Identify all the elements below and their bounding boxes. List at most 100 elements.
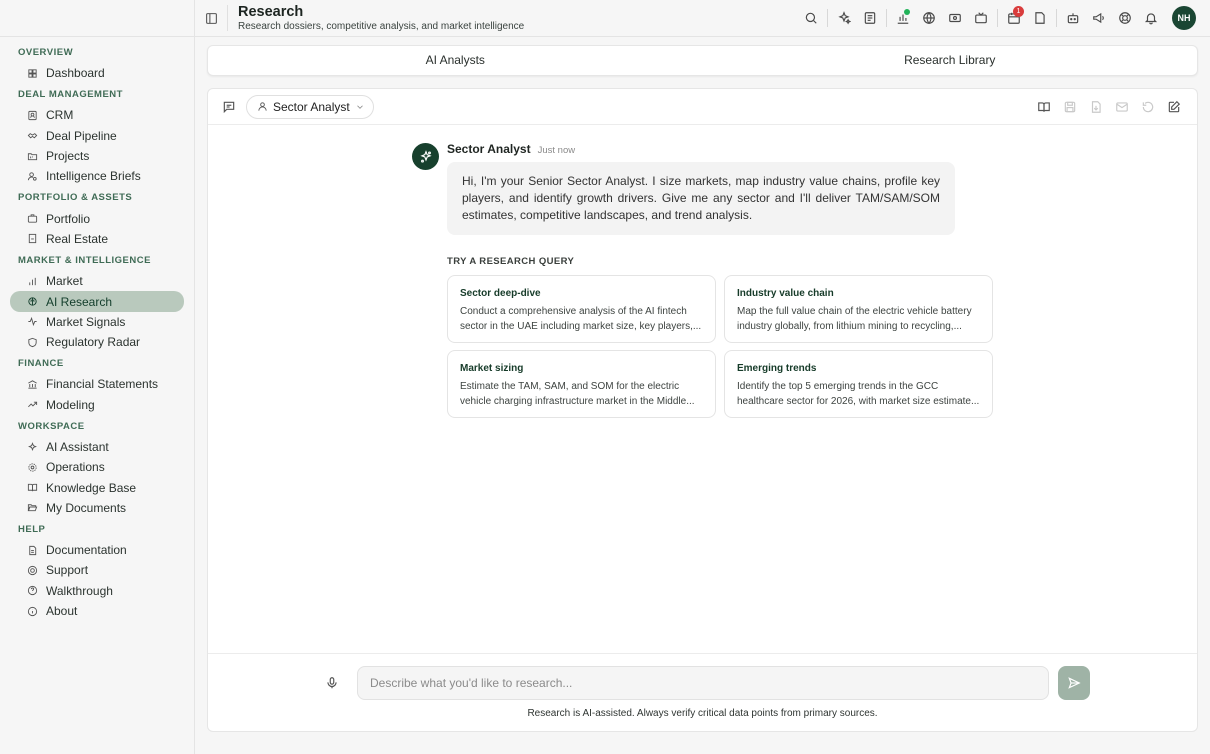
- sidebar-item-documentation[interactable]: Documentation: [10, 540, 184, 560]
- sticky-note-icon[interactable]: [1027, 5, 1053, 31]
- book-icon[interactable]: [1031, 94, 1057, 120]
- sidebar-item-crm[interactable]: CRM: [10, 105, 184, 125]
- sidebar-item-label: Portfolio: [46, 211, 91, 226]
- sidebar-item-market-signals[interactable]: Market Signals: [10, 312, 184, 332]
- user-search-icon: [26, 170, 38, 182]
- suggestions-label: TRY A RESEARCH QUERY: [447, 256, 575, 267]
- bank-icon: [26, 378, 38, 390]
- sidebar-item-label: CRM: [46, 108, 74, 123]
- tv-icon[interactable]: [968, 5, 994, 31]
- sidebar-item-label: Knowledge Base: [46, 480, 137, 495]
- sidebar-item-label: Regulatory Radar: [46, 335, 141, 350]
- lifebuoy-icon: [26, 564, 38, 576]
- sidebar-item-my-documents[interactable]: My Documents: [10, 498, 184, 518]
- sidebar-item-financial-statements[interactable]: Financial Statements: [10, 374, 184, 394]
- sidebar-item-label: Deal Pipeline: [46, 128, 117, 143]
- sidebar-section-heading: DEAL MANAGEMENT: [18, 89, 123, 101]
- briefcase-icon: [26, 213, 38, 225]
- megaphone-icon[interactable]: [1086, 5, 1112, 31]
- analyst-avatar-icon: [412, 143, 439, 170]
- sidebar-item-label: About: [46, 604, 78, 619]
- user-icon: [257, 101, 268, 112]
- sidebar-item-label: AI Research: [46, 294, 113, 309]
- composer: Research is AI-assisted. Always verify c…: [208, 653, 1197, 731]
- calendar-icon[interactable]: 1: [1001, 5, 1027, 31]
- save-icon[interactable]: [1057, 94, 1083, 120]
- agent-selector[interactable]: Sector Analyst: [246, 94, 374, 119]
- chat-toolbar: Sector Analyst: [208, 89, 1197, 125]
- suggestion-card-sector-deep-dive[interactable]: Sector deep-dive Conduct a comprehensive…: [447, 275, 716, 343]
- sidebar-item-modeling[interactable]: Modeling: [10, 395, 184, 415]
- sidebar-toggle-icon[interactable]: [195, 0, 227, 37]
- top-header: Research Research dossiers, competitive …: [195, 0, 1210, 37]
- reset-icon[interactable]: [1135, 94, 1161, 120]
- currency-icon[interactable]: [942, 5, 968, 31]
- sidebar-item-operations[interactable]: Operations: [10, 457, 184, 477]
- sidebar-section-heading: MARKET & INTELLIGENCE: [18, 255, 151, 267]
- sidebar-item-label: Dashboard: [46, 66, 105, 81]
- sidebar-section-heading: OVERVIEW: [18, 47, 74, 58]
- search-icon[interactable]: [798, 5, 824, 31]
- activity-icon: [26, 316, 38, 328]
- sidebar-item-label: Market Signals: [46, 314, 126, 329]
- sidebar-item-label: Projects: [46, 149, 90, 164]
- mail-icon[interactable]: [1109, 94, 1135, 120]
- sidebar-item-portfolio[interactable]: Portfolio: [10, 208, 184, 228]
- newspaper-icon[interactable]: [857, 5, 883, 31]
- message-bubble: Hi, I'm your Senior Sector Analyst. I si…: [447, 162, 955, 235]
- contact-icon: [26, 109, 38, 121]
- tab-research-library[interactable]: Research Library: [703, 46, 1198, 75]
- live-indicator: [904, 9, 910, 15]
- sidebar-item-label: AI Assistant: [46, 440, 109, 454]
- ai-disclaimer: Research is AI-assisted. Always verify c…: [527, 708, 878, 719]
- suggestion-title: Sector deep-dive: [460, 288, 541, 299]
- book-open-icon: [26, 482, 38, 494]
- page-title: Research: [238, 3, 304, 20]
- sidebar-item-label: Documentation: [46, 543, 127, 558]
- brain-icon: [26, 296, 38, 308]
- suggestion-card-industry-value-chain[interactable]: Industry value chain Map the full value …: [724, 275, 993, 343]
- sidebar-item-deal-pipeline[interactable]: Deal Pipeline: [10, 126, 184, 146]
- sidebar-item-regulatory-radar[interactable]: Regulatory Radar: [10, 332, 184, 352]
- sidebar-item-walkthrough[interactable]: Walkthrough: [10, 581, 184, 601]
- sparkles-icon[interactable]: [831, 5, 857, 31]
- sidebar: OVERVIEW Dashboard DEAL MANAGEMENT CRM Deal …: [0, 0, 195, 754]
- message-timestamp: Just now: [537, 145, 576, 156]
- sidebar-item-label: Intelligence Briefs: [46, 169, 141, 184]
- suggestion-card-emerging-trends[interactable]: Emerging trends Identify the top 5 emerg…: [724, 350, 993, 418]
- sidebar-section-heading: PORTFOLIO & ASSETS: [18, 192, 133, 204]
- tab-ai-analysts[interactable]: AI Analysts: [208, 46, 703, 75]
- conversations-icon[interactable]: [218, 96, 240, 118]
- sidebar-item-ai-assistant[interactable]: AI Assistant: [10, 437, 184, 457]
- lifebuoy-icon[interactable]: [1112, 5, 1138, 31]
- sidebar-item-intelligence-briefs[interactable]: Intelligence Briefs: [10, 166, 184, 186]
- grid-icon: [26, 67, 38, 79]
- sidebar-item-support[interactable]: Support: [10, 560, 184, 580]
- sidebar-item-label: My Documents: [46, 500, 127, 515]
- download-icon[interactable]: [1083, 94, 1109, 120]
- microphone-icon[interactable]: [321, 672, 343, 694]
- sidebar-item-label: Financial Statements: [46, 377, 159, 392]
- bot-icon[interactable]: [1060, 5, 1086, 31]
- globe-icon[interactable]: [916, 5, 942, 31]
- market-chart-icon[interactable]: [890, 5, 916, 31]
- new-chat-icon[interactable]: [1161, 94, 1187, 120]
- sidebar-item-real-estate[interactable]: Real Estate: [10, 229, 184, 249]
- send-button[interactable]: [1058, 666, 1090, 700]
- sidebar-item-knowledge-base[interactable]: Knowledge Base: [10, 477, 184, 497]
- bell-icon[interactable]: [1138, 5, 1164, 31]
- suggestion-text: Identify the top 5 emerging trends in th…: [737, 381, 980, 407]
- sidebar-item-ai-research[interactable]: AI Research: [10, 291, 184, 312]
- sidebar-item-about[interactable]: About: [10, 601, 184, 621]
- user-avatar[interactable]: NH: [1172, 6, 1196, 30]
- folder-kanban-icon: [26, 150, 38, 162]
- research-input[interactable]: [357, 666, 1049, 700]
- sidebar-section-heading: WORKSPACE: [18, 420, 85, 432]
- sidebar-item-dashboard[interactable]: Dashboard: [10, 63, 184, 83]
- bar-chart-icon: [26, 275, 38, 287]
- sidebar-item-projects[interactable]: Projects: [10, 146, 184, 166]
- header-separator: [827, 9, 828, 27]
- message-sender: Sector Analyst: [447, 142, 531, 156]
- suggestion-card-market-sizing[interactable]: Market sizing Estimate the TAM, SAM, and…: [447, 350, 716, 418]
- sidebar-item-market[interactable]: Market: [10, 271, 184, 291]
